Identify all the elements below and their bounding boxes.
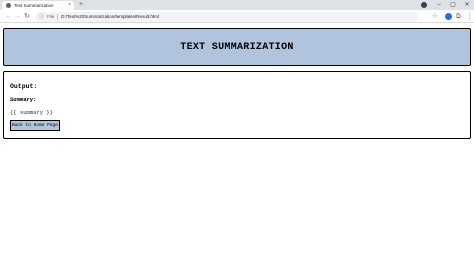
forward-arrow-icon[interactable]: → (14, 12, 21, 21)
page-content: TEXT SUMMARIZATION Output: Summary: {{ s… (0, 23, 474, 253)
url-scheme-label: File (47, 14, 55, 19)
url-text[interactable]: D:/Text%20Summarization/templates/Result… (61, 14, 159, 19)
minimize-button[interactable]: – (432, 0, 446, 10)
result-panel: Output: Summary: {{ summary }} Back to H… (3, 71, 471, 139)
globe-icon (6, 3, 11, 8)
output-label: Output: (10, 83, 38, 90)
tab-title: Text Summarization (14, 3, 54, 8)
page-header: TEXT SUMMARIZATION (3, 28, 471, 66)
summary-text: {{ summary }} (10, 109, 53, 116)
browser-toolbar: ← → ↻ ⓘ File D:/Text%20Summarization/tem… (0, 10, 474, 23)
close-tab-icon[interactable]: × (68, 3, 71, 8)
browser-tab[interactable]: Text Summarization × (2, 1, 74, 10)
page-title: TEXT SUMMARIZATION (180, 41, 294, 53)
extensions-icon[interactable]: ⧉ (456, 12, 461, 21)
reload-icon[interactable]: ↻ (24, 12, 30, 21)
address-bar[interactable]: ⓘ File D:/Text%20Summarization/templates… (35, 11, 418, 22)
bookmark-star-icon[interactable]: ☆ (432, 12, 438, 21)
media-control-icon[interactable] (421, 2, 427, 8)
menu-kebab-icon[interactable]: ⋮ (466, 12, 473, 21)
back-arrow-icon[interactable]: ← (5, 12, 12, 21)
back-to-home-button[interactable]: Back to Home Page (10, 120, 60, 131)
close-window-button[interactable]: ✕ (460, 0, 474, 10)
profile-avatar-icon[interactable] (445, 13, 452, 20)
omnibox-divider (57, 13, 59, 20)
new-tab-button[interactable]: + (79, 1, 83, 9)
info-icon[interactable]: ⓘ (39, 13, 44, 20)
summary-label: Summary: (10, 96, 37, 103)
maximize-button[interactable]: ▢ (446, 0, 460, 10)
tab-strip: Text Summarization × + – ▢ ✕ (0, 0, 474, 10)
